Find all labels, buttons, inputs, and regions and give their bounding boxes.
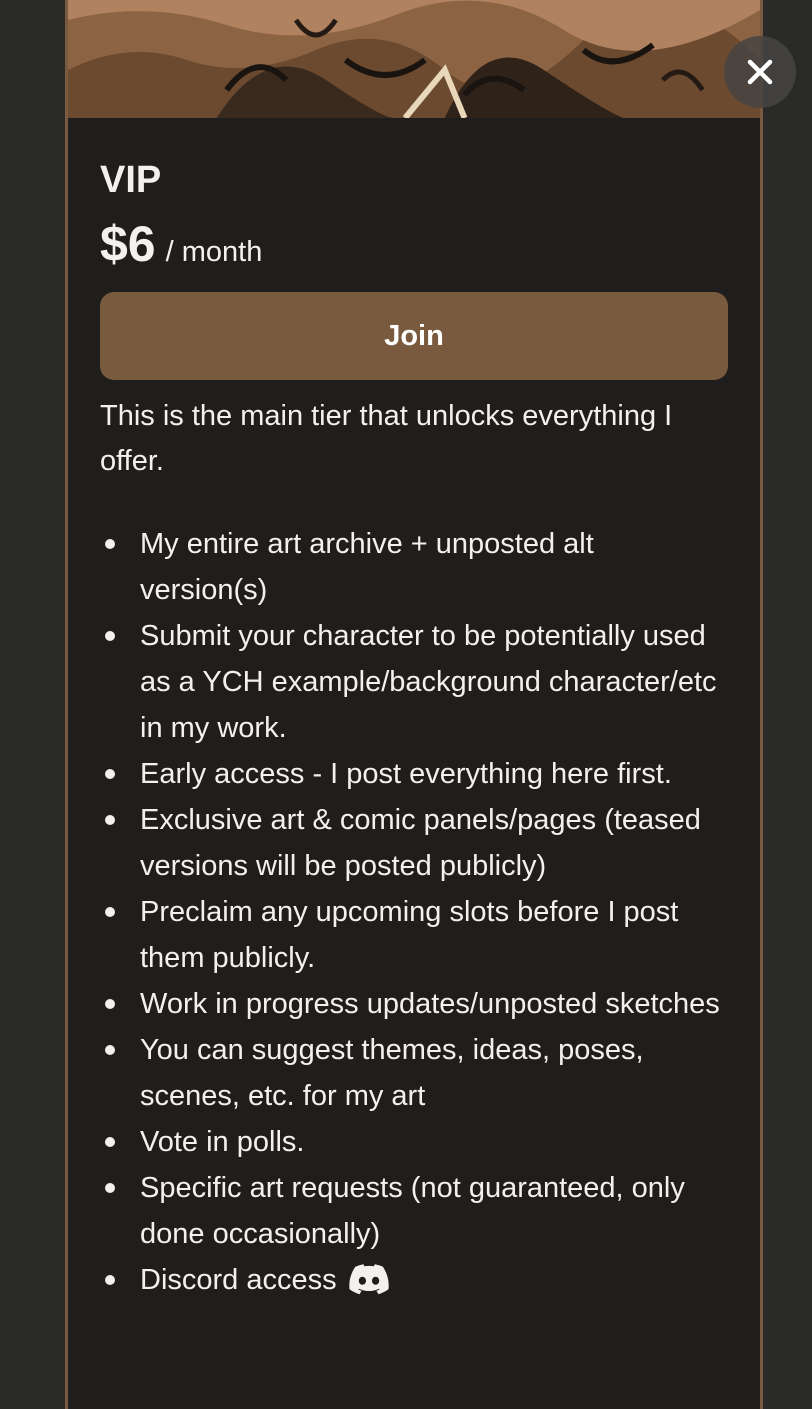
close-button[interactable] [724,36,796,108]
bullet-icon [105,815,115,825]
price-row: $6 / month [100,216,728,272]
perk-item: Submit your character to be potentially … [100,613,728,751]
perk-text: Specific art requests (not guaranteed, o… [140,1172,685,1250]
perk-item: Vote in polls. [100,1119,728,1165]
tier-price: $6 [100,216,156,272]
bullet-icon [105,539,115,549]
perk-item: Discord access [100,1257,728,1303]
bullet-icon [105,907,115,917]
perk-item: Preclaim any upcoming slots before I pos… [100,889,728,981]
perk-text: Exclusive art & comic panels/pages (teas… [140,804,701,882]
bullet-icon [105,1045,115,1055]
perk-text: You can suggest themes, ideas, poses, sc… [140,1034,644,1112]
close-icon [747,59,773,85]
bullet-icon [105,999,115,1009]
perk-text: Early access - I post everything here fi… [140,758,672,790]
perk-text: Vote in polls. [140,1126,305,1158]
perk-text: My entire art archive + unposted alt ver… [140,528,594,606]
tier-content: VIP $6 / month Join This is the main tie… [100,118,728,1303]
perk-item: You can suggest themes, ideas, poses, sc… [100,1027,728,1119]
tier-description: This is the main tier that unlocks every… [100,400,673,477]
perk-text: Preclaim any upcoming slots before I pos… [140,896,679,974]
bullet-icon [105,1137,115,1147]
tier-banner-image [68,0,760,118]
perk-text: Discord access [140,1264,337,1296]
perk-item: Specific art requests (not guaranteed, o… [100,1165,728,1257]
perk-item: My entire art archive + unposted alt ver… [100,521,728,613]
perk-item: Exclusive art & comic panels/pages (teas… [100,797,728,889]
bullet-icon [105,769,115,779]
perk-list: My entire art archive + unposted alt ver… [100,521,728,1303]
perk-item: Work in progress updates/unposted sketch… [100,981,728,1027]
bullet-icon [105,1275,115,1285]
perk-item: Early access - I post everything here fi… [100,751,728,797]
bullet-icon [105,1183,115,1193]
perk-text: Submit your character to be potentially … [140,620,717,744]
bullet-icon [105,631,115,641]
tier-card: VIP $6 / month Join This is the main tie… [65,0,763,1409]
tier-name: VIP [100,159,162,201]
join-button[interactable]: Join [100,292,728,380]
perk-text: Work in progress updates/unposted sketch… [140,988,720,1020]
discord-icon [348,1264,389,1295]
price-period: / month [165,236,263,268]
